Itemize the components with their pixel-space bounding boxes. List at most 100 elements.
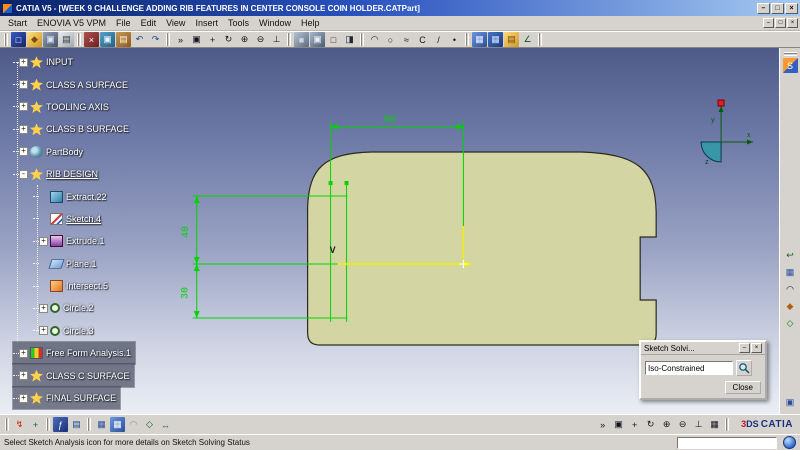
view-zoom-out-icon[interactable]: ⊖ (675, 417, 690, 432)
toolbar-grip[interactable] (783, 52, 797, 56)
sketch-analysis-button[interactable] (736, 360, 752, 376)
mdi-close-button[interactable]: × (787, 18, 798, 28)
toolbar-icon[interactable] (538, 33, 542, 46)
open-document-icon[interactable]: ◆ (27, 32, 42, 47)
sketch-tools-icon[interactable]: ▦ (783, 265, 798, 280)
dialog-minimize-icon[interactable]: – (739, 343, 750, 353)
knowledge-formula-icon[interactable]: ƒ (53, 417, 68, 432)
shaded-edges-view-icon[interactable]: ▣ (310, 32, 325, 47)
dialog-close-icon[interactable]: × (751, 343, 762, 353)
tree-expand-toggle[interactable]: + (19, 147, 28, 157)
toolbar-icon[interactable] (166, 33, 170, 46)
tree-item-circle-3[interactable]: + Circle.3 (33, 320, 98, 342)
redo-icon[interactable]: ↷ (148, 32, 163, 47)
construction-element-icon[interactable]: ◠ (126, 417, 141, 432)
tree-expand-toggle[interactable]: + (19, 57, 28, 67)
paste-icon[interactable]: ▤ (116, 32, 131, 47)
menu-view[interactable]: View (161, 17, 190, 29)
view-fly-icon[interactable]: » (595, 417, 610, 432)
dialog-title-bar[interactable]: Sketch Solvi... – × (641, 342, 765, 355)
tree-expand-toggle[interactable]: + (19, 371, 28, 381)
pan-icon[interactable]: + (205, 32, 220, 47)
tree-expand-toggle[interactable]: + (39, 326, 48, 336)
tree-item-intersect-5[interactable]: Intersect.5 (33, 275, 112, 297)
tree-expand-toggle[interactable]: + (19, 393, 28, 403)
fit-all-in-icon[interactable]: ▣ (189, 32, 204, 47)
sketcher-workbench-icon[interactable]: S (782, 58, 798, 73)
close-button[interactable]: × (785, 2, 798, 14)
sketch-compass[interactable]: x y z (700, 99, 754, 166)
menu-window[interactable]: Window (254, 17, 296, 29)
view-pan-icon[interactable]: + (627, 417, 642, 432)
toolbar-icon[interactable] (46, 418, 50, 431)
power-input-icon[interactable] (783, 436, 796, 449)
tree-item-class-c-surface[interactable]: + CLASS C SURFACE (12, 363, 135, 388)
power-input[interactable] (677, 436, 777, 449)
rotate-icon[interactable]: ↻ (221, 32, 236, 47)
zoom-out-icon[interactable]: ⊖ (253, 32, 268, 47)
mdi-minimize-button[interactable]: – (763, 18, 774, 28)
dimension-height-upper[interactable]: 40 (180, 226, 191, 238)
fly-mode-icon[interactable]: » (173, 32, 188, 47)
menu-insert[interactable]: Insert (190, 17, 223, 29)
tree-expand-toggle[interactable]: + (39, 236, 48, 246)
circle-tool-icon[interactable]: ○ (383, 32, 398, 47)
profile-toolbar-icon[interactable]: ◠ (783, 282, 798, 297)
tree-item-tooling-axis[interactable]: + TOOLING AXIS (13, 96, 113, 118)
tree-expand-toggle[interactable]: + (39, 303, 48, 313)
menu-tools[interactable]: Tools (223, 17, 254, 29)
tree-item-class-a-surface[interactable]: + CLASS A SURFACE (13, 73, 132, 95)
measure-icon[interactable]: ∠ (520, 32, 535, 47)
tree-expand-toggle[interactable]: + (19, 124, 28, 134)
undo-icon[interactable]: ↶ (132, 32, 147, 47)
tree-item-class-b-surface[interactable]: + CLASS B SURFACE (13, 118, 133, 140)
print-icon[interactable]: ▤ (59, 32, 74, 47)
snap-to-grid-icon[interactable]: ▦ (488, 32, 503, 47)
menu-edit[interactable]: Edit (136, 17, 162, 29)
normal-view-icon[interactable]: ⊥ (269, 32, 284, 47)
update-icon[interactable]: ↯ (12, 417, 27, 432)
dimensional-constraints-icon[interactable]: ↔ (158, 417, 173, 432)
toolbar-icon[interactable] (360, 33, 364, 46)
mdi-restore-button[interactable]: □ (775, 18, 786, 28)
profile-tool-icon[interactable]: ◠ (367, 32, 382, 47)
exit-workbench-icon[interactable]: ↩ (783, 248, 798, 263)
constraint-toolbar-icon[interactable]: ◇ (783, 316, 798, 331)
tree-item-extrude-1[interactable]: + Extrude.1 (33, 230, 109, 252)
toolbar-icon[interactable] (5, 418, 9, 431)
copy-icon[interactable]: ▣ (100, 32, 115, 47)
sketch-grid-icon[interactable]: ▦ (94, 417, 109, 432)
tree-expand-toggle[interactable]: + (19, 102, 28, 112)
wireframe-view-icon[interactable]: □ (326, 32, 341, 47)
dimension-width[interactable]: 80 (384, 114, 396, 125)
selection-filter-icon[interactable]: ▣ (783, 395, 798, 410)
hidden-line-view-icon[interactable]: ◨ (342, 32, 357, 47)
menu-enovia[interactable]: ENOVIA V5 VPM (32, 17, 111, 29)
tree-item-plane-1[interactable]: Plane.1 (33, 253, 101, 275)
tree-item-final-surface[interactable]: + FINAL SURFACE (11, 385, 122, 411)
solving-status-field[interactable] (645, 361, 733, 375)
view-rotate-icon[interactable]: ↻ (643, 417, 658, 432)
cut-icon[interactable]: × (84, 32, 99, 47)
toolbar-icon[interactable] (725, 418, 730, 431)
catalog-icon[interactable]: ▤ (504, 32, 519, 47)
operation-toolbar-icon[interactable]: ◆ (783, 299, 798, 314)
view-normal-icon[interactable]: ⊥ (691, 417, 706, 432)
view-zoom-in-icon[interactable]: ⊕ (659, 417, 674, 432)
menu-start[interactable]: Start (3, 17, 32, 29)
viewport[interactable]: 80 40 30 V x y z + INPUT + CLASS A SURFA… (0, 48, 779, 414)
tree-item-rib-design[interactable]: - RIB DESIGN (13, 163, 102, 185)
tree-expand-toggle[interactable]: - (19, 169, 28, 179)
tree-item-extract-22[interactable]: Extract.22 (33, 185, 111, 207)
toolbar-icon[interactable] (287, 33, 291, 46)
toolbar-icon[interactable] (465, 33, 469, 46)
tree-item-free-form-analysis-1[interactable]: + Free Form Analysis.1 (11, 341, 137, 366)
dimension-height-lower[interactable]: 30 (180, 287, 191, 299)
tree-expand-toggle[interactable]: + (19, 80, 28, 90)
geometrical-constraints-icon[interactable]: ◇ (142, 417, 157, 432)
maximize-button[interactable]: □ (771, 2, 784, 14)
tree-item-sketch-4[interactable]: Sketch.4 (33, 208, 105, 230)
menu-file[interactable]: File (111, 17, 136, 29)
tree-item-partbody[interactable]: + PartBody (13, 141, 87, 163)
view-multi-icon[interactable]: ▦ (707, 417, 722, 432)
